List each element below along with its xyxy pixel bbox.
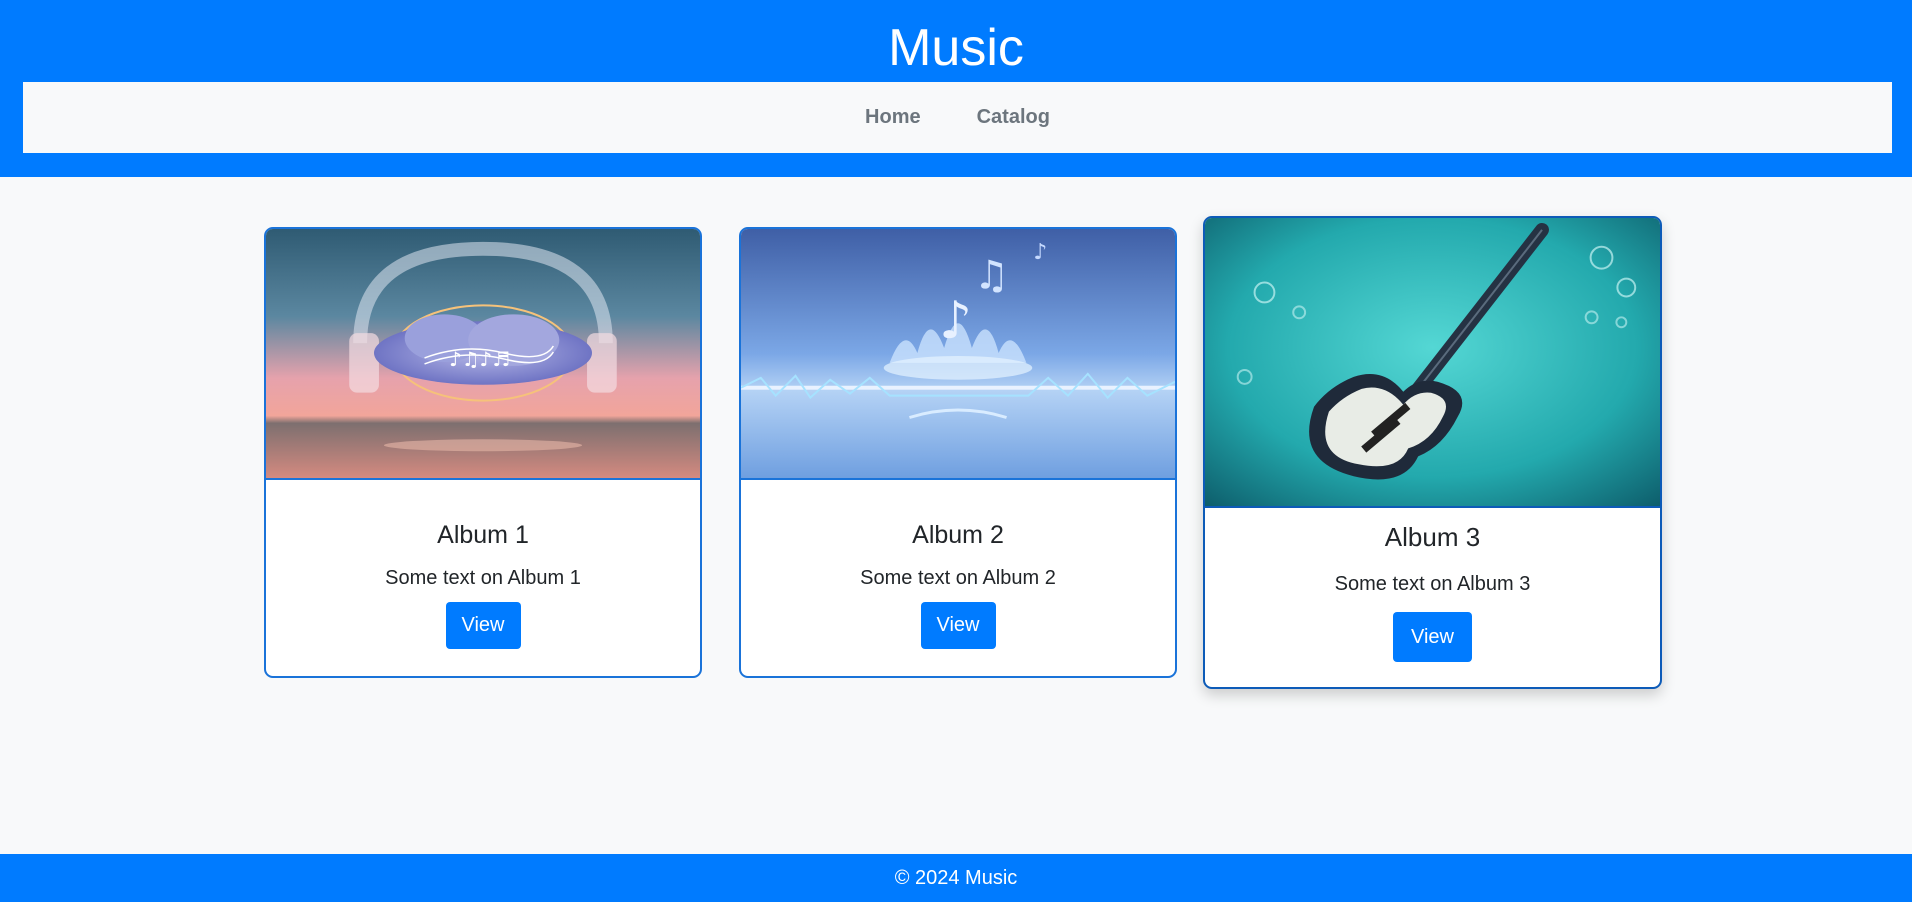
album-3-body: Album 3 Some text on Album 3 View [1205,522,1660,662]
album-card-2: ♪ ♫ ♪ Album 2 Some text on Album 2 View [739,227,1177,678]
album-card-1: ♪♫♪♬ Album 1 Some text on Album 1 View [264,227,702,678]
site-header: Music Home Catalog [0,0,1912,177]
svg-text:♪♫♪♬: ♪♫♪♬ [449,348,510,371]
album-1-image: ♪♫♪♬ [266,229,700,480]
album-1-title: Album 1 [437,521,529,549]
nav-link-catalog[interactable]: Catalog [949,106,1078,129]
album-3-view-button[interactable]: View [1393,612,1472,662]
album-1-text: Some text on Album 1 [385,567,581,589]
album-card-3: Album 3 Some text on Album 3 View [1203,216,1662,689]
album-2-title: Album 2 [912,521,1004,549]
album-1-view-button[interactable]: View [445,602,521,649]
svg-text:♪: ♪ [1033,240,1047,265]
album-2-body: Album 2 Some text on Album 2 View [741,520,1175,649]
album-3-title: Album 3 [1384,522,1481,552]
water-splash-notes-image: ♪ ♫ ♪ [741,229,1175,478]
album-2-image: ♪ ♫ ♪ [741,229,1175,480]
navbar: Home Catalog [23,82,1892,153]
headphones-cloud-image: ♪♫♪♬ [266,229,700,478]
nav-link-home[interactable]: Home [837,106,949,129]
site-footer: © 2024 Music [0,854,1912,902]
copyright-text: © 2024 Music [894,867,1018,889]
album-1-body: Album 1 Some text on Album 1 View [266,520,700,649]
guitar-underwater-image [1205,218,1660,506]
svg-text:♫: ♫ [974,253,1010,299]
site-title: Music [888,19,1024,77]
svg-text:♪: ♪ [939,291,972,351]
album-2-text: Some text on Album 2 [860,567,1056,589]
album-3-text: Some text on Album 3 [1334,573,1531,595]
album-3-image [1205,218,1660,508]
album-2-view-button[interactable]: View [920,602,996,649]
